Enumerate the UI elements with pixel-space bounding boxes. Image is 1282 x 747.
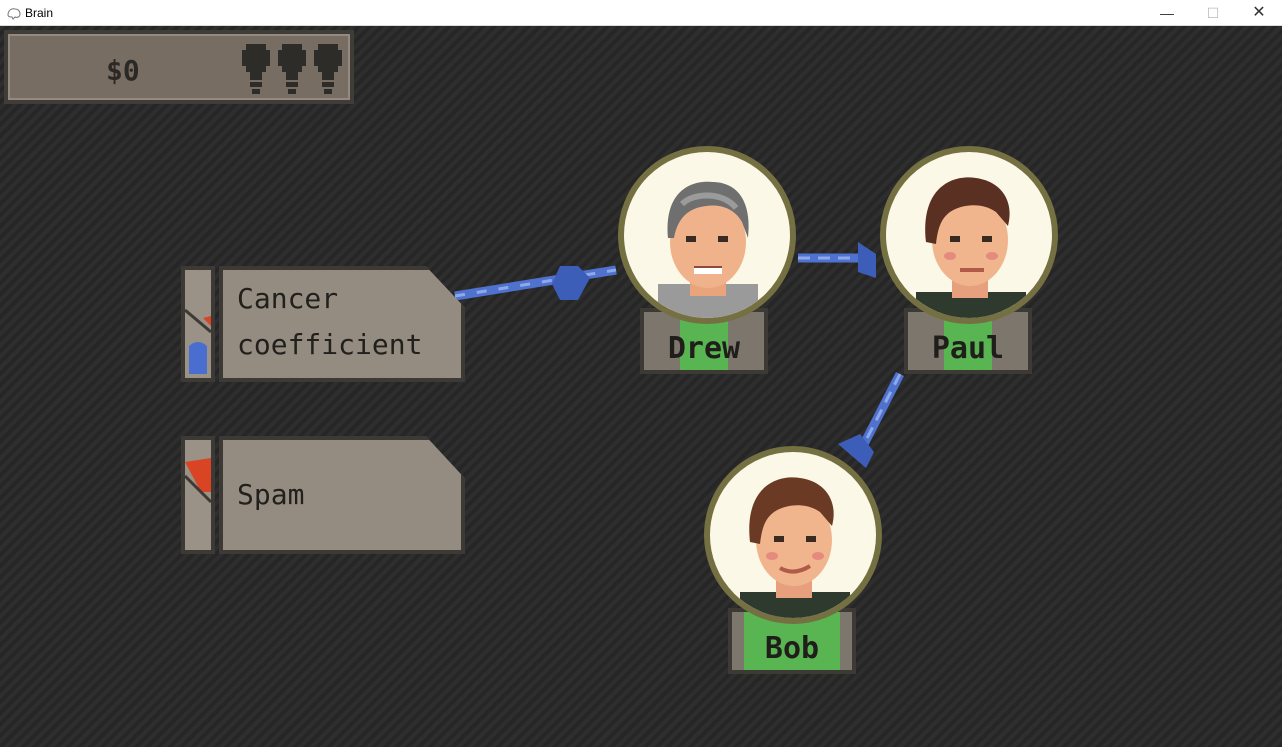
money-counter: $0 — [106, 54, 140, 87]
drew-face-image — [658, 181, 758, 318]
hud-panel: $0 — [4, 30, 354, 104]
paul-portrait[interactable] — [880, 146, 1058, 324]
node-label-line1: Cancer — [237, 282, 339, 315]
lightbulb-icon — [314, 44, 342, 94]
connection-layer — [454, 242, 905, 468]
close-button[interactable]: ✕ — [1236, 0, 1282, 26]
node-label-line2: coefficient — [237, 328, 423, 361]
cancer-coefficient-node[interactable]: Cancer coefficient — [219, 266, 465, 382]
link-arrowhead — [858, 242, 876, 278]
person-name: Bob — [764, 631, 820, 666]
person-name: Drew — [667, 331, 741, 366]
lightbulb-row — [242, 44, 342, 96]
person-name: Paul — [931, 331, 1005, 366]
lightbulb-icon — [278, 44, 306, 94]
spam-gauge[interactable] — [181, 436, 215, 554]
game-canvas[interactable]: $0 Cancer coefficient Spam Drew Paul Bob — [0, 26, 1282, 747]
paul-face-image — [916, 177, 1026, 318]
brain-app-icon — [7, 8, 21, 20]
node-label-line1: Spam — [237, 478, 305, 511]
cancer-coefficient-gauge[interactable] — [181, 266, 215, 382]
link-cancer-to-drew[interactable] — [454, 265, 617, 301]
gauge-fill — [185, 458, 211, 504]
window-titlebar: Brain — ☐ ✕ — [0, 0, 1282, 26]
lightbulb-icon — [242, 44, 270, 94]
window-title: Brain — [25, 6, 54, 20]
bob-face-image — [740, 477, 850, 618]
minimize-button[interactable]: — — [1144, 0, 1190, 26]
link-drew-to-paul[interactable] — [798, 242, 876, 278]
link-paul-to-bob[interactable] — [838, 371, 905, 468]
gauge-fill — [185, 308, 211, 374]
drew-portrait[interactable] — [618, 146, 796, 324]
maximize-button[interactable]: ☐ — [1190, 0, 1236, 26]
spam-node[interactable]: Spam — [219, 436, 465, 554]
bob-portrait[interactable] — [704, 446, 882, 624]
